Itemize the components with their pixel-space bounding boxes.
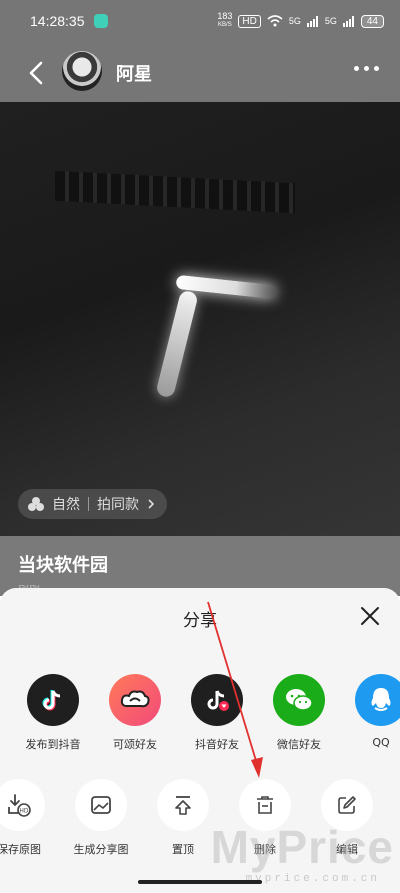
action-save-original[interactable]: HD 保存原图 [0,779,60,857]
douyin-friend-icon [191,674,243,726]
chevron-right-icon [148,499,155,509]
post-title: 当块软件园 [18,555,108,576]
battery-indicator: 44 [360,14,384,28]
share-kesong[interactable]: 可颂好友 [94,674,176,752]
image-icon [75,779,127,831]
action-generate-share-image[interactable]: 生成分享图 [60,779,142,857]
top-bar: 阿星 [0,44,400,102]
share-targets-row: 发布到抖音 可颂好友 抖音好友 微信好友 QQ [0,674,400,754]
signal-bars-icon-2 [342,15,354,27]
network-speed-unit: KB/S [218,22,232,28]
more-options-icon[interactable] [354,66,382,76]
same-style-label: 拍同款 [97,497,139,513]
close-icon[interactable] [358,604,382,628]
share-qq-label: QQ [372,736,390,749]
action-save-original-label: 保存原图 [0,843,41,856]
status-indicators: 183 KB/S HD 5G 5G 44 [217,12,384,30]
share-douyin[interactable]: 发布到抖音 [12,674,94,752]
back-arrow-icon[interactable] [22,58,52,88]
photo-content-light-stem [155,289,199,399]
status-time: 14:28:35 [30,13,85,29]
watermark-logo: MyPrice [210,821,394,873]
author-avatar[interactable] [62,51,102,91]
share-wechat[interactable]: 微信好友 [258,674,340,752]
hd-badge: HD [238,14,261,28]
post-photo[interactable]: 自然 拍同款 [0,102,400,536]
share-douyin-label: 发布到抖音 [25,738,81,751]
filter-divider [88,497,89,511]
filter-chip[interactable]: 自然 拍同款 [18,489,167,519]
signal-5g-1: 5G [288,16,301,26]
watermark-url: myprice.com.cn [245,873,380,885]
signal-5g-2: 5G [324,16,337,26]
share-kesong-label: 可颂好友 [113,738,157,751]
kesong-icon [109,674,161,726]
wechat-icon [273,674,325,726]
filter-name: 自然 [52,497,80,513]
share-douyin-friend-label: 抖音好友 [195,738,239,751]
download-hd-icon: HD [0,779,45,831]
home-indicator [138,880,262,884]
author-name[interactable]: 阿星 [116,60,152,86]
qq-icon [355,674,400,726]
post-info: 当块软件园 刚刚 [0,536,400,597]
network-speed: 183 KB/S [217,12,232,30]
status-bar: 14:28:35 183 KB/S HD 5G 5G 44 [0,0,400,44]
action-generate-share-image-label: 生成分享图 [73,843,129,856]
message-notification-icon [94,14,108,28]
share-qq[interactable]: QQ [340,674,400,749]
share-douyin-friend[interactable]: 抖音好友 [176,674,258,752]
photo-content-vent [55,170,295,214]
filter-icon [28,497,44,511]
network-speed-value: 183 [217,11,233,21]
share-sheet-title: 分享 [183,611,217,631]
svg-text:HD: HD [19,808,29,815]
signal-bars-icon [306,15,318,27]
share-wechat-label: 微信好友 [277,738,321,751]
wifi-icon [267,15,283,27]
douyin-icon [27,674,79,726]
pin-top-icon [157,779,209,831]
